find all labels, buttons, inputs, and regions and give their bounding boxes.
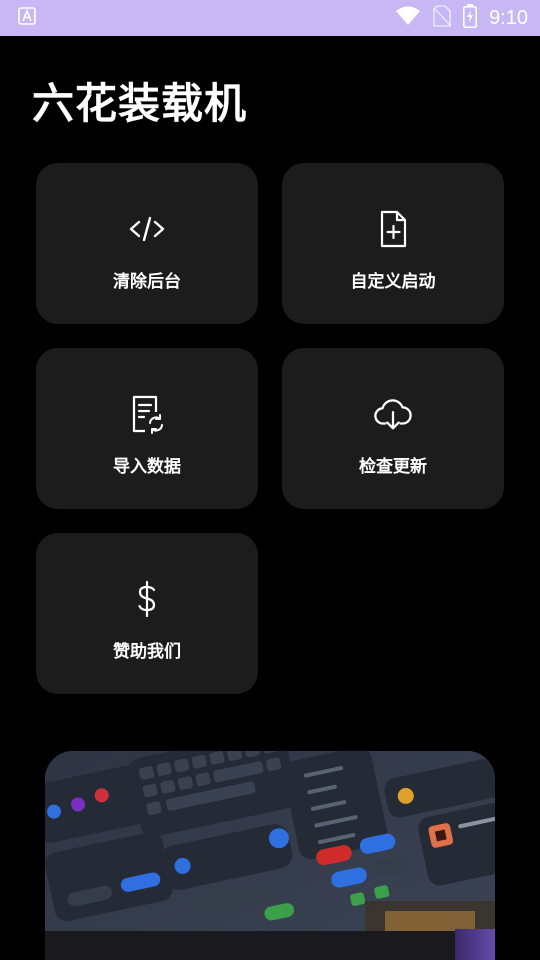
banner-image[interactable] (45, 751, 495, 960)
banner-caption-strip (45, 931, 495, 960)
document-sync-icon (127, 394, 167, 434)
code-icon (127, 209, 167, 249)
clear-background-button[interactable]: 清除后台 (36, 163, 258, 324)
status-bar: 9:10 (0, 0, 540, 36)
card-label: 检查更新 (359, 457, 427, 477)
import-data-button[interactable]: 导入数据 (36, 348, 258, 509)
card-label: 清除后台 (113, 272, 181, 292)
page-title: 六花装载机 (32, 79, 248, 128)
app-notification-icon (18, 7, 36, 29)
card-label: 自定义启动 (350, 272, 436, 292)
card-label: 赞助我们 (113, 642, 181, 662)
file-add-icon (373, 209, 413, 249)
no-sim-icon (433, 5, 451, 31)
card-label: 导入数据 (113, 457, 181, 477)
status-time: 9:10 (489, 6, 528, 29)
sponsor-us-button[interactable]: 赞助我们 (36, 533, 258, 694)
cloud-download-icon (373, 394, 413, 434)
battery-charging-icon (463, 4, 478, 32)
banner-accent (455, 929, 495, 960)
wifi-icon (395, 6, 421, 30)
check-update-button[interactable]: 检查更新 (282, 348, 504, 509)
custom-launch-button[interactable]: 自定义启动 (282, 163, 504, 324)
ui-components-collage-image (45, 751, 495, 960)
dollar-icon (127, 579, 167, 619)
